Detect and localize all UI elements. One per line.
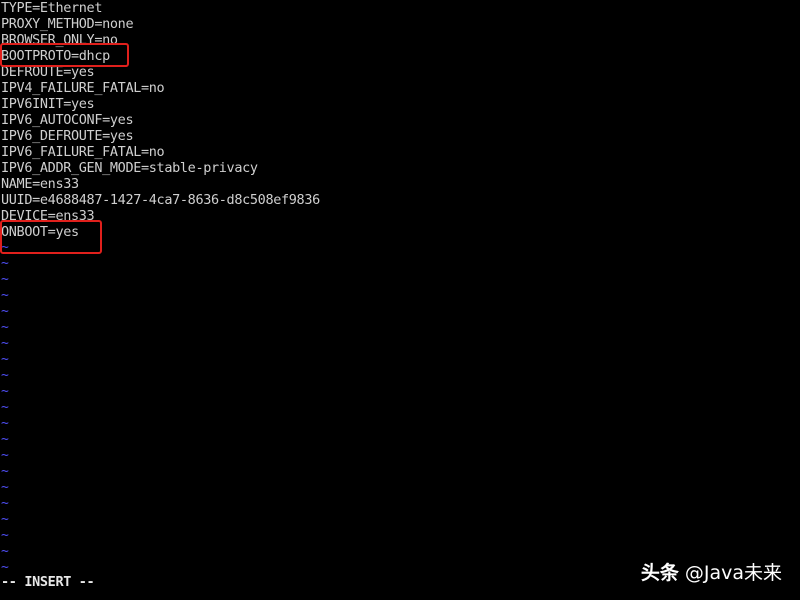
- empty-lines-area: ~ ~ ~ ~ ~ ~ ~ ~ ~ ~ ~ ~ ~ ~ ~ ~ ~ ~ ~ ~ ~: [1, 240, 9, 576]
- config-line-device[interactable]: DEVICE=ens33: [1, 208, 800, 224]
- empty-line-tilde: ~: [1, 288, 9, 303]
- watermark-handle: @Java未来: [684, 562, 782, 584]
- config-line-type[interactable]: TYPE=Ethernet: [1, 0, 800, 16]
- config-line-ipv4-failure-fatal[interactable]: IPV4_FAILURE_FATAL=no: [1, 80, 800, 96]
- empty-line-tilde: ~: [1, 384, 9, 399]
- config-line-onboot[interactable]: ONBOOT=yes: [1, 224, 800, 240]
- file-buffer[interactable]: TYPE=Ethernet PROXY_METHOD=none BROWSER_…: [1, 0, 800, 240]
- config-line-browser-only[interactable]: BROWSER_ONLY=no: [1, 32, 800, 48]
- empty-line-tilde: ~: [1, 320, 9, 335]
- config-line-name[interactable]: NAME=ens33: [1, 176, 800, 192]
- config-line-ipv6-failure-fatal[interactable]: IPV6_FAILURE_FATAL=no: [1, 144, 800, 160]
- empty-line-tilde: ~: [1, 240, 9, 255]
- empty-line-tilde: ~: [1, 528, 9, 543]
- empty-line-tilde: ~: [1, 400, 9, 415]
- watermark-brand: 头条: [640, 562, 679, 584]
- config-line-ipv6-defroute[interactable]: IPV6_DEFROUTE=yes: [1, 128, 800, 144]
- empty-line-tilde: ~: [1, 368, 9, 383]
- empty-line-tilde: ~: [1, 272, 9, 287]
- empty-line-tilde: ~: [1, 352, 9, 367]
- empty-line-tilde: ~: [1, 432, 9, 447]
- config-line-uuid[interactable]: UUID=e4688487-1427-4ca7-8636-d8c508ef983…: [1, 192, 800, 208]
- config-line-proxy-method[interactable]: PROXY_METHOD=none: [1, 16, 800, 32]
- config-line-ipv6init[interactable]: IPV6INIT=yes: [1, 96, 800, 112]
- empty-line-tilde: ~: [1, 496, 9, 511]
- empty-line-tilde: ~: [1, 416, 9, 431]
- empty-line-tilde: ~: [1, 336, 9, 351]
- insert-mode-indicator: -- INSERT --: [1, 574, 95, 590]
- empty-line-tilde: ~: [1, 544, 9, 559]
- empty-line-tilde: ~: [1, 256, 9, 271]
- empty-line-tilde: ~: [1, 448, 9, 463]
- empty-line-tilde: ~: [1, 512, 9, 527]
- empty-line-tilde: ~: [1, 480, 9, 495]
- watermark: 头条 @Java未来: [641, 559, 782, 587]
- config-line-bootproto[interactable]: BOOTPROTO=dhcp: [1, 48, 800, 64]
- config-line-ipv6-addr-gen-mode[interactable]: IPV6_ADDR_GEN_MODE=stable-privacy: [1, 160, 800, 176]
- config-line-ipv6-autoconf[interactable]: IPV6_AUTOCONF=yes: [1, 112, 800, 128]
- vim-terminal[interactable]: TYPE=Ethernet PROXY_METHOD=none BROWSER_…: [0, 0, 800, 600]
- empty-line-tilde: ~: [1, 304, 9, 319]
- config-line-defroute[interactable]: DEFROUTE=yes: [1, 64, 800, 80]
- empty-line-tilde: ~: [1, 464, 9, 479]
